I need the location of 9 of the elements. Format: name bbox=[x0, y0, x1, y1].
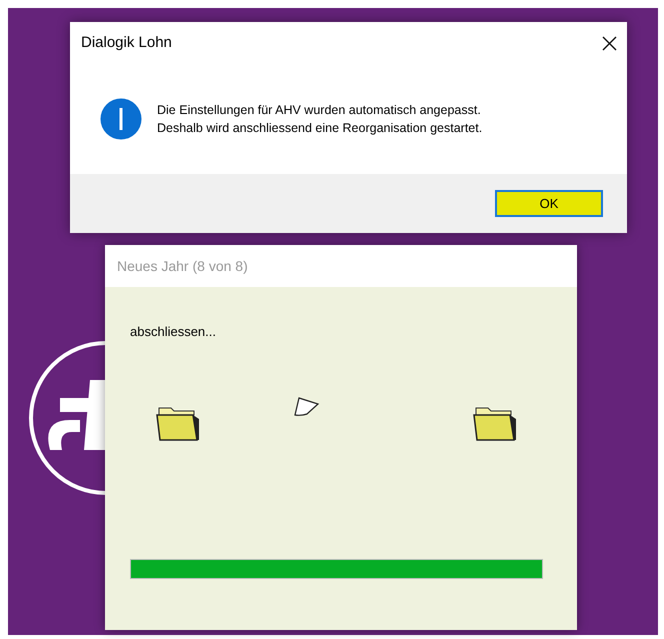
paper-icon bbox=[293, 396, 320, 417]
message-text: Die Einstellungen für AHV wurden automatisch angepasst. bbox=[157, 102, 482, 119]
ok-button[interactable]: OK bbox=[495, 190, 603, 217]
close-icon[interactable] bbox=[602, 36, 617, 50]
window-title: Neues Jahr (8 von 8) bbox=[117, 256, 248, 276]
status-text: abschliessen... bbox=[130, 324, 216, 339]
info-icon bbox=[100, 98, 142, 140]
dialog-title: Dialogik Lohn bbox=[81, 32, 172, 53]
message-text: Deshalb wird anschliessend eine Reorganisation gestartet. bbox=[157, 120, 482, 137]
